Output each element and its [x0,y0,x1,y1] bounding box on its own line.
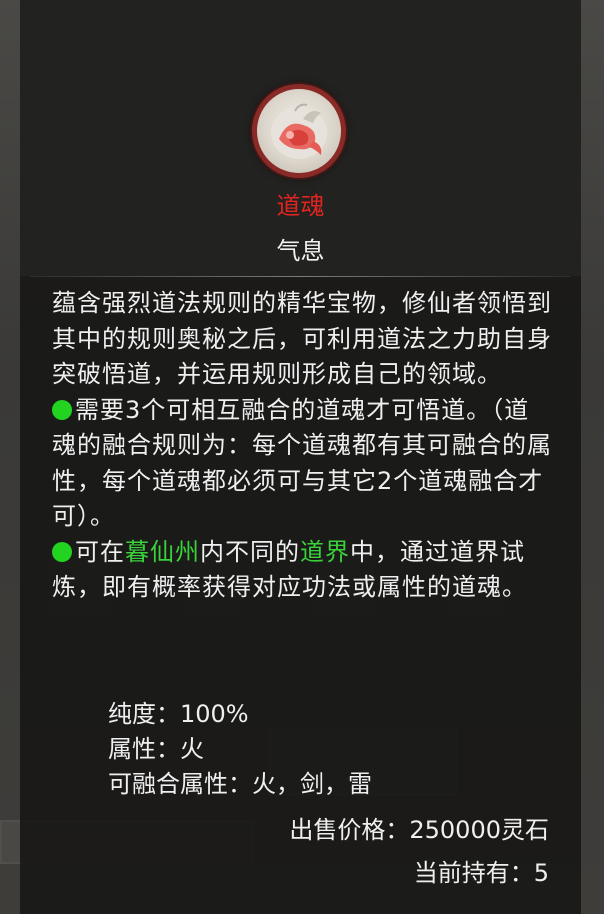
game-screen: 道魂 气息 蕴含强烈道法规则的精华宝物，修仙者领悟到其中的规则奥秘之后，可利用道… [0,0,604,914]
fusible-attributes-stat: 可融合属性：火，剑，雷 [108,770,372,798]
realm-name-link: 道界 [300,537,350,566]
item-description: 蕴含强烈道法规则的精华宝物，修仙者领悟到其中的规则奥秘之后，可利用道法之力助自身… [52,286,552,606]
owned-count: 当前持有：5 [413,859,549,887]
purity-stat: 纯度：100% [108,700,249,728]
rule-source: 可在暮仙州内不同的道界中，通过道界试炼，即有概率获得对应功法或属性的道魂。 [52,535,552,606]
rule-fusion-text: 需要3个可相互融合的道魂才可悟道。（道魂的融合规则为：每个道魂都有其可融合的属性… [52,395,552,531]
green-bullet-icon [52,399,72,420]
item-stats: 纯度：100% 属性：火 可融合属性：火，剑，雷 [108,697,372,802]
attribute-stat: 属性：火 [108,735,204,763]
fire-fish-icon [252,84,346,178]
item-tooltip: 道魂 气息 蕴含强烈道法规则的精华宝物，修仙者领悟到其中的规则奥秘之后，可利用道… [20,0,581,914]
rule-source-middle: 内不同的 [200,537,300,566]
item-type: 气息 [276,237,325,265]
description-intro: 蕴含强烈道法规则的精华宝物，修仙者领悟到其中的规则奥秘之后，可利用道法之力助自身… [52,289,552,388]
divider [30,276,571,277]
sell-price: 出售价格：250000灵石 [289,816,549,844]
rule-source-prefix: 可在 [75,537,125,566]
green-bullet-icon [52,541,72,562]
place-name-link: 暮仙州 [125,537,200,566]
rule-fusion: 需要3个可相互融合的道魂才可悟道。（道魂的融合规则为：每个道魂都有其可融合的属性… [52,393,552,535]
item-name: 道魂 [276,192,325,220]
